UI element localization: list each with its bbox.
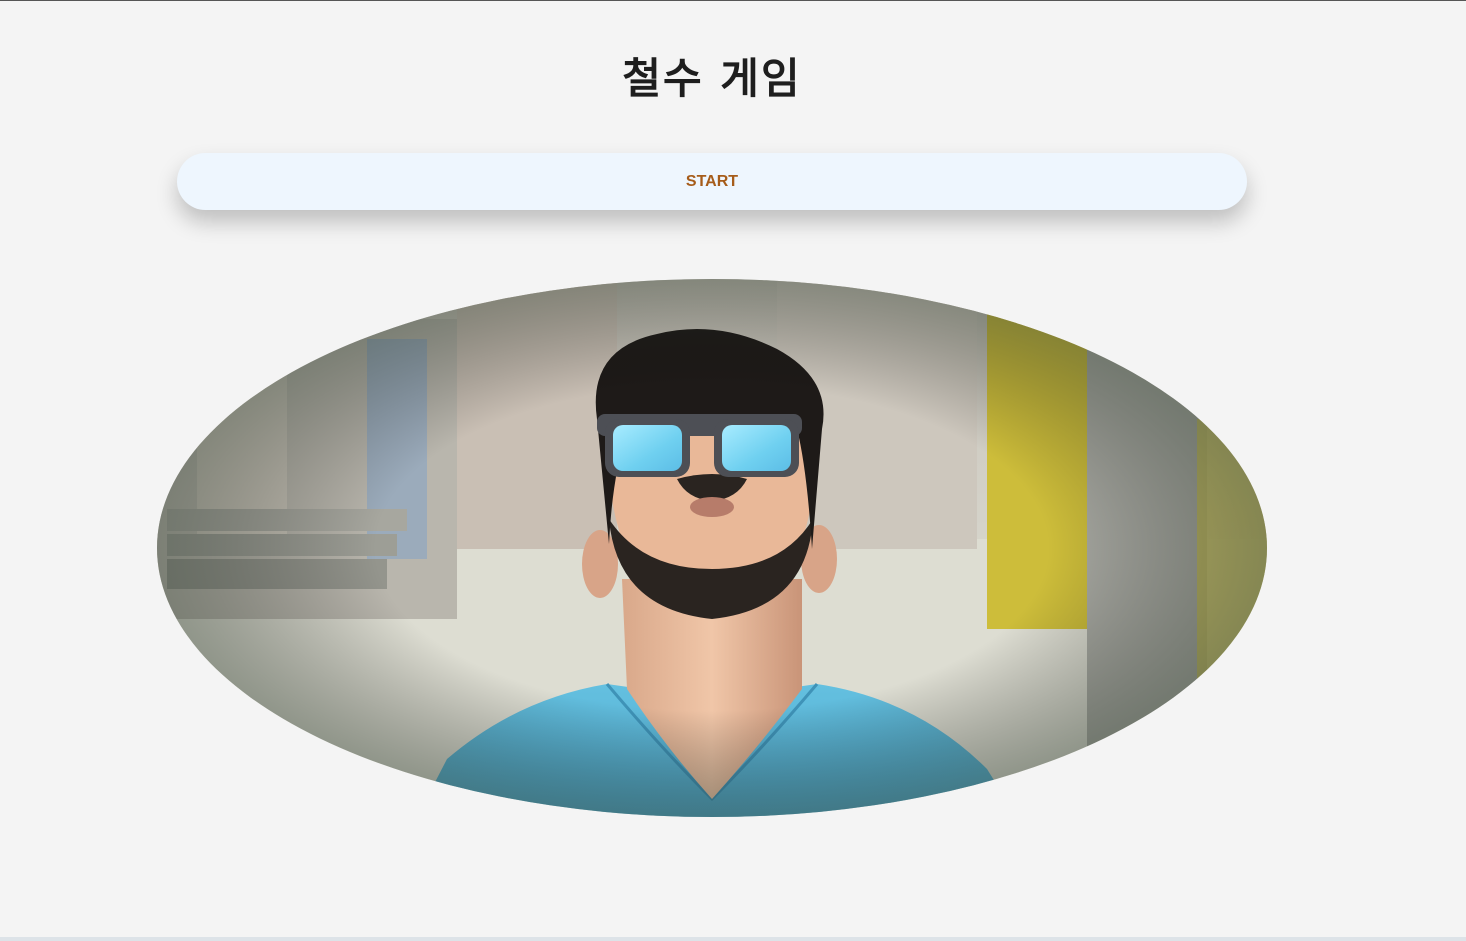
bottom-edge [0,937,1466,941]
game-image [157,279,1267,817]
man-with-sunglasses-photo [157,279,1267,817]
start-button[interactable]: START [177,153,1247,210]
page-title: 철수 게임 [622,54,802,103]
